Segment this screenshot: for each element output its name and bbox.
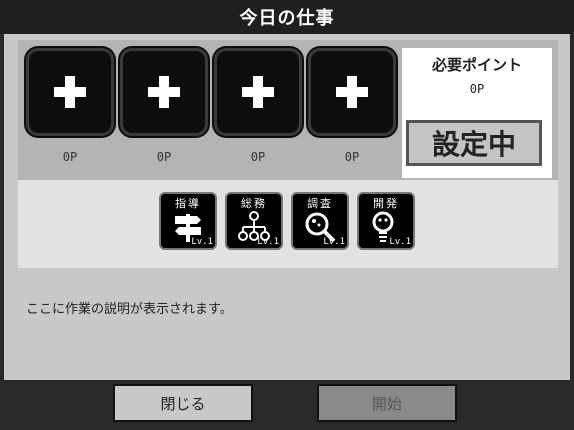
add-slot-button-1[interactable] bbox=[26, 48, 114, 136]
job-level: Lv.1 bbox=[257, 237, 279, 247]
job-name: 指導 bbox=[175, 197, 201, 210]
plus-icon bbox=[242, 76, 274, 108]
job-level: Lv.1 bbox=[191, 237, 213, 247]
job-name: 調査 bbox=[307, 197, 333, 210]
job-list-panel: 指導 Lv.1 総務 Lv.1 調査 Lv.1 開発 Lv.1 bbox=[18, 180, 558, 268]
status-indicator: 設定中 bbox=[406, 120, 542, 166]
plus-icon bbox=[336, 76, 368, 108]
job-name: 開発 bbox=[373, 197, 399, 210]
slot-points-2: 0P bbox=[156, 150, 172, 164]
slot-points-1: 0P bbox=[62, 150, 78, 164]
close-button[interactable]: 閉じる bbox=[113, 384, 253, 422]
work-dialog: 0P 0P 0P 0P 必要ポイント 0P 設定中 指導 Lv.1 総務 Lv.… bbox=[4, 34, 570, 380]
job-button-soumu[interactable]: 総務 Lv.1 bbox=[225, 192, 283, 250]
work-slots-panel: 0P 0P 0P 0P 必要ポイント 0P 設定中 bbox=[18, 40, 558, 180]
start-button[interactable]: 開始 bbox=[317, 384, 457, 422]
add-slot-button-3[interactable] bbox=[214, 48, 302, 136]
add-slot-button-2[interactable] bbox=[120, 48, 208, 136]
job-description: ここに作業の説明が表示されます。 bbox=[26, 302, 233, 317]
window-title: 今日の仕事 bbox=[0, 0, 574, 34]
plus-icon bbox=[148, 76, 180, 108]
slot-points-3: 0P bbox=[250, 150, 266, 164]
job-name: 総務 bbox=[241, 197, 267, 210]
add-slot-button-4[interactable] bbox=[308, 48, 396, 136]
required-points-value: 0P bbox=[469, 82, 485, 96]
job-level: Lv.1 bbox=[323, 237, 345, 247]
job-button-chousa[interactable]: 調査 Lv.1 bbox=[291, 192, 349, 250]
plus-icon bbox=[54, 76, 86, 108]
job-level: Lv.1 bbox=[389, 237, 411, 247]
job-button-shidou[interactable]: 指導 Lv.1 bbox=[159, 192, 217, 250]
button-bar: 閉じる 開始 bbox=[0, 380, 574, 430]
required-points-panel: 必要ポイント 0P 設定中 bbox=[402, 48, 552, 178]
description-area: ここに作業の説明が表示されます。 bbox=[18, 278, 558, 378]
slot-points-4: 0P bbox=[344, 150, 360, 164]
job-button-kaihatsu[interactable]: 開発 Lv.1 bbox=[357, 192, 415, 250]
required-points-label: 必要ポイント bbox=[431, 56, 522, 74]
